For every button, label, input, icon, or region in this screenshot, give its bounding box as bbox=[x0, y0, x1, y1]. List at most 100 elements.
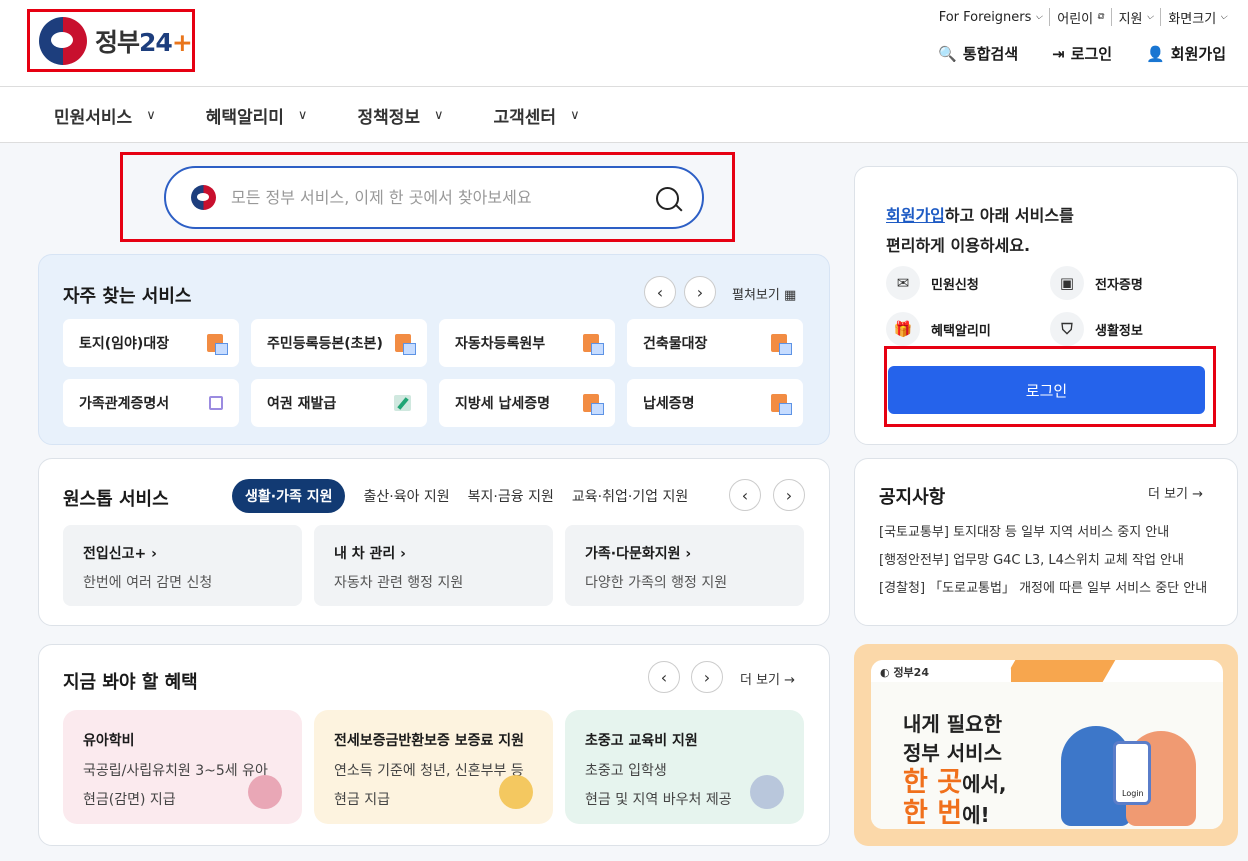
search-bar[interactable] bbox=[164, 166, 704, 229]
frequent-item[interactable]: 자동차등록원부 bbox=[439, 319, 615, 367]
arrow-right-icon: → bbox=[784, 673, 796, 688]
foreigners-link[interactable]: For Foreigners ⌵ bbox=[932, 8, 1050, 26]
chevron-down-icon: ⌵ bbox=[1220, 12, 1227, 22]
chevron-down-icon: ⌵ bbox=[1146, 12, 1154, 22]
feature-e-certificate: ▣ 전자증명 bbox=[1050, 266, 1210, 300]
feature-benefit-alert: 🎁 혜택알리미 bbox=[886, 312, 1050, 346]
site-logo[interactable]: 정부24+ bbox=[27, 9, 195, 72]
frequent-services-title: 자주 찾는 서비스 bbox=[63, 286, 192, 307]
tab-life-family[interactable]: 생활·가족 지원 bbox=[232, 479, 346, 513]
onestop-item[interactable]: 내 차 관리 › 자동차 관련 행정 지원 bbox=[314, 525, 553, 606]
people-illustration: Login bbox=[1061, 716, 1201, 829]
document-icon bbox=[771, 394, 792, 415]
gift-icon: 🎁 bbox=[886, 312, 920, 346]
onestop-tabs: 생활·가족 지원 출산·육아 지원 복지·금융 지원 교육·취업·기업 지원 bbox=[232, 479, 688, 513]
chevron-right-icon: › bbox=[685, 546, 692, 562]
nav-item-civil-service[interactable]: 민원서비스 ∨ bbox=[54, 103, 156, 128]
arrow-right-icon: → bbox=[1192, 487, 1204, 502]
next-icon[interactable]: › bbox=[773, 479, 805, 511]
logo-wordmark: 정부24+ bbox=[95, 27, 193, 57]
notice-item[interactable]: [국토교통부] 토지대장 등 일부 지역 서비스 중지 안내 bbox=[879, 519, 1219, 547]
nav-item-policy-info[interactable]: 정책정보 ∨ bbox=[357, 103, 443, 128]
benefit-card[interactable]: 초중고 교육비 지원 초중고 입학생 현금 및 지역 바우처 제공 bbox=[565, 710, 804, 824]
notice-more-link[interactable]: 더 보기 → bbox=[1148, 483, 1203, 502]
document-icon bbox=[395, 334, 416, 355]
onestop-services: 원스톱 서비스 생활·가족 지원 출산·육아 지원 복지·금융 지원 교육·취업… bbox=[38, 458, 830, 626]
mail-icon: ✉ bbox=[886, 266, 920, 300]
frequent-item[interactable]: 토지(임야)대장 bbox=[63, 319, 239, 367]
onestop-item[interactable]: 전입신고+ › 한번에 여러 감면 신청 bbox=[63, 525, 302, 606]
signup-link[interactable]: 회원가입 bbox=[886, 206, 945, 225]
document-icon bbox=[583, 334, 604, 355]
government-emblem-icon bbox=[39, 16, 87, 65]
nav-item-benefit-alert[interactable]: 혜택알리미 ∨ bbox=[206, 103, 308, 128]
banner-logo: ◐ 정부24 bbox=[871, 660, 1011, 682]
prev-icon[interactable]: ‹ bbox=[729, 479, 761, 511]
frequent-item[interactable]: 납세증명 bbox=[627, 379, 803, 427]
prev-icon[interactable]: ‹ bbox=[644, 276, 676, 308]
frequent-item[interactable]: 주민등록등본(초본) bbox=[251, 319, 427, 367]
tab-birth-childcare[interactable]: 출산·육아 지원 bbox=[363, 486, 449, 506]
benefit-card[interactable]: 전세보증금반환보증 보증료 지원 연소득 기준에 청년, 신혼부부 등 현금 지… bbox=[314, 710, 553, 824]
benefits-more-link[interactable]: 더 보기 → bbox=[740, 669, 795, 688]
search-icon[interactable] bbox=[656, 187, 679, 210]
external-link-icon bbox=[209, 396, 223, 410]
next-icon[interactable]: › bbox=[684, 276, 716, 308]
onestop-item[interactable]: 가족·다문화지원 › 다양한 가족의 행정 지원 bbox=[565, 525, 804, 606]
chevron-down-icon: ∨ bbox=[434, 107, 444, 123]
search-icon: 🔍 bbox=[938, 44, 957, 63]
chevron-right-icon: › bbox=[151, 546, 157, 562]
signup-message: 회원가입하고 아래 서비스를 편리하게 이용하세요. bbox=[886, 206, 1074, 255]
login-button[interactable]: 로그인 bbox=[888, 366, 1205, 414]
notice-panel: 공지사항 더 보기 → [국토교통부] 토지대장 등 일부 지역 서비스 중지 … bbox=[854, 458, 1238, 626]
benefit-card[interactable]: 유아학비 국공립/사립유치원 3~5세 유아 현금(감면) 지급 bbox=[63, 710, 302, 824]
expand-button[interactable]: 펼쳐보기 ▦ bbox=[732, 284, 796, 303]
kids-link[interactable]: 어린이 ⧉ bbox=[1049, 8, 1110, 27]
document-icon bbox=[771, 334, 792, 355]
promo-banner[interactable]: ◐ 정부24 내게 필요한 정부 서비스 한 곳에서, 한 번에! Login bbox=[854, 644, 1238, 846]
discount-tag-icon bbox=[499, 775, 533, 809]
chevron-down-icon: ⌵ bbox=[1035, 12, 1043, 22]
add-user-icon: 👤 bbox=[1146, 44, 1165, 63]
benefits-title: 지금 봐야 할 혜택 bbox=[63, 672, 198, 693]
feature-life-info: ⛉ 생활정보 bbox=[1050, 312, 1210, 346]
document-icon bbox=[583, 394, 604, 415]
support-link[interactable]: 지원 ⌵ bbox=[1110, 8, 1161, 27]
header-login-button[interactable]: ⇥ 로그인 bbox=[1052, 43, 1112, 64]
chevron-down-icon: ∨ bbox=[297, 107, 308, 123]
next-icon[interactable]: › bbox=[691, 661, 723, 693]
chevron-down-icon: ∨ bbox=[570, 107, 580, 123]
search-input[interactable] bbox=[231, 188, 641, 207]
site-header: 정부24+ For Foreigners ⌵ 어린이 ⧉ 지원 ⌵ 화면크기 ⌵ 🔍 통합… bbox=[0, 0, 1248, 143]
government-emblem-icon bbox=[191, 185, 216, 210]
main-nav: 민원서비스 ∨ 혜택알리미 ∨ 정책정보 ∨ 고객센터 ∨ bbox=[0, 86, 1248, 143]
frequent-item[interactable]: 건축물대장 bbox=[627, 319, 803, 367]
screen-size-link[interactable]: 화면크기 ⌵ bbox=[1160, 8, 1234, 27]
banner-headline: 내게 필요한 정부 서비스 한 곳에서, 한 번에! bbox=[903, 712, 1007, 829]
frequent-item[interactable]: 가족관계증명서 bbox=[63, 379, 239, 427]
header-signup-button[interactable]: 👤 회원가입 bbox=[1146, 43, 1226, 64]
header-actions: 🔍 통합검색 ⇥ 로그인 👤 회원가입 bbox=[938, 43, 1226, 64]
document-icon bbox=[207, 334, 228, 355]
certificate-icon: ▣ bbox=[1050, 266, 1084, 300]
grid-icon: ▦ bbox=[783, 288, 797, 303]
phone-icon: Login bbox=[1113, 741, 1151, 805]
login-icon: ⇥ bbox=[1052, 44, 1065, 63]
prev-icon[interactable]: ‹ bbox=[648, 661, 680, 693]
frequent-services: 자주 찾는 서비스 ‹ › 펼쳐보기 ▦ 토지(임야)대장 주민등록등본(초본)… bbox=[38, 254, 830, 445]
frequent-item[interactable]: 여권 재발급 bbox=[251, 379, 427, 427]
integrated-search-button[interactable]: 🔍 통합검색 bbox=[938, 43, 1018, 64]
nav-item-customer-center[interactable]: 고객센터 ∨ bbox=[494, 103, 580, 128]
tab-edu-job-business[interactable]: 교육·취업·기업 지원 bbox=[572, 486, 688, 506]
bookmark-icon: ⛉ bbox=[1050, 312, 1084, 346]
child-character-icon bbox=[248, 775, 282, 809]
tab-welfare-finance[interactable]: 복지·금융 지원 bbox=[468, 486, 554, 506]
onestop-title: 원스톱 서비스 bbox=[63, 489, 169, 510]
notice-item[interactable]: [행정안전부] 업무망 G4C L3, L4스위치 교체 작업 안내 bbox=[879, 547, 1219, 575]
banner-stripe bbox=[1002, 660, 1116, 682]
frequent-item[interactable]: 지방세 납세증명 bbox=[439, 379, 615, 427]
student-character-icon bbox=[750, 775, 784, 809]
notice-item[interactable]: [경찰청] 「도로교통법」 개정에 따른 일부 서비스 중단 안내 bbox=[879, 575, 1219, 603]
chevron-down-icon: ∨ bbox=[146, 107, 156, 123]
benefits-section: 지금 봐야 할 혜택 ‹ › 더 보기 → 유아학비 국공립/사립유치원 3~5… bbox=[38, 644, 830, 846]
